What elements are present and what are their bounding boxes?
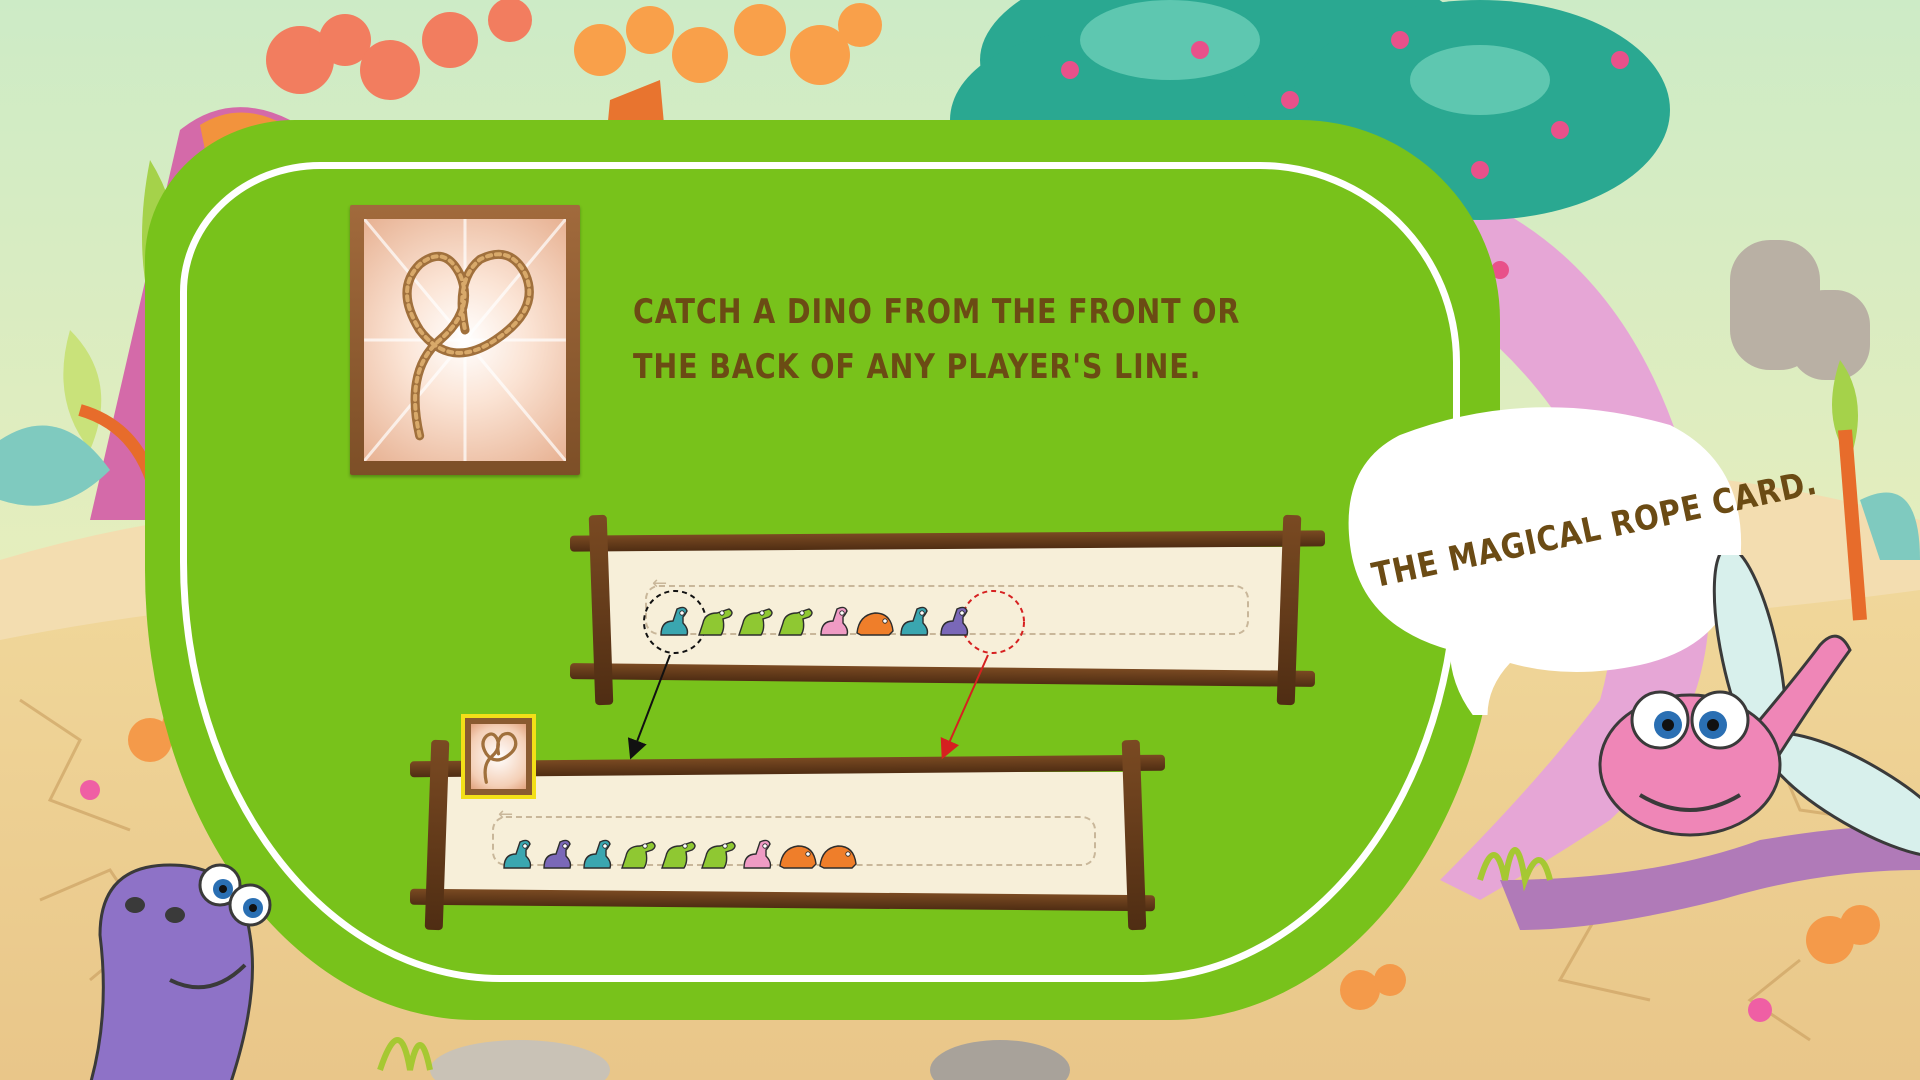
dino-green: [698, 608, 733, 636]
dino-row-before: [660, 606, 969, 636]
dino-teal: [503, 839, 532, 869]
dino-orange: [856, 612, 894, 636]
dino-row-after: [503, 839, 857, 869]
arrow-back-to-line: [940, 654, 989, 760]
dino-orange: [779, 845, 817, 869]
dino-purple: [543, 839, 572, 869]
dino-orange: [819, 845, 857, 869]
dino-green: [621, 841, 656, 869]
game-scene: CATCH A DINO FROM THE FRONT OR THE BACK …: [0, 0, 1920, 1080]
dino-green: [701, 841, 736, 869]
purple-dino-character: [89, 863, 272, 1080]
catch-back-circle: [961, 590, 1025, 654]
dino-teal: [900, 606, 929, 636]
dino-teal: [660, 606, 689, 636]
dino-purple: [940, 606, 969, 636]
dino-pink: [743, 839, 772, 869]
dragonfly-character: [1598, 555, 1920, 859]
dino-pink: [820, 606, 849, 636]
arrow-front-to-line: [627, 654, 671, 760]
dino-green: [738, 608, 773, 636]
dino-green: [778, 608, 813, 636]
dino-green: [661, 841, 696, 869]
dino-teal: [583, 839, 612, 869]
